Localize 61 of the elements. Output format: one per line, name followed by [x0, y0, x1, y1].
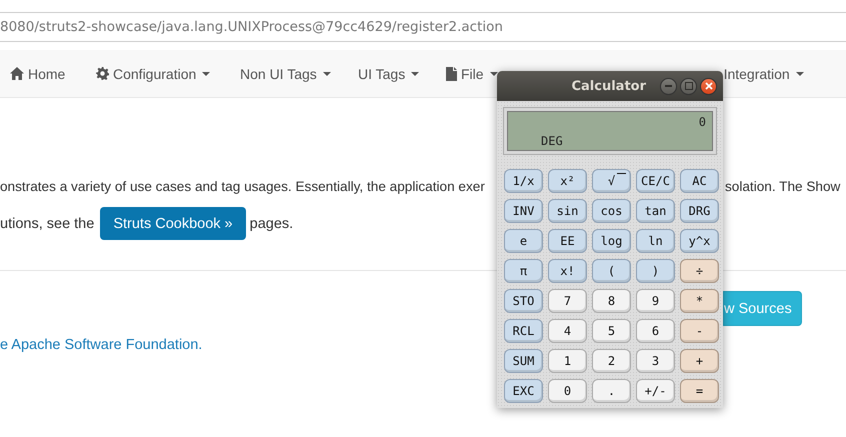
foundation-link[interactable]: e Apache Software Foundation. — [0, 337, 202, 353]
intro-text: utions, see the — [0, 216, 94, 232]
calculator-key[interactable]: cos — [592, 199, 631, 223]
calculator-key[interactable]: + — [680, 349, 719, 373]
calculator-key[interactable]: ÷ — [680, 259, 719, 283]
calculator-key[interactable]: y^x — [680, 229, 719, 253]
calculator-key[interactable]: 5 — [592, 319, 631, 343]
calculator-key[interactable]: ) — [636, 259, 675, 283]
calculator-key[interactable]: AC — [680, 169, 719, 193]
calculator-key[interactable]: tan — [636, 199, 675, 223]
calculator-key[interactable]: 8 — [592, 289, 631, 313]
calculator-key[interactable]: π — [504, 259, 543, 283]
calculator-key[interactable]: x² — [548, 169, 587, 193]
calculator-key[interactable]: e — [504, 229, 543, 253]
angle-mode: DEG — [541, 134, 563, 148]
calculator-key[interactable]: = — [680, 379, 719, 403]
calculator-key[interactable]: log — [592, 229, 631, 253]
calculator-key[interactable]: EE — [548, 229, 587, 253]
calculator-key[interactable]: 3 — [636, 349, 675, 373]
calculator-key[interactable]: EXC — [504, 379, 543, 403]
calculator-key[interactable]: - — [680, 319, 719, 343]
calculator-key[interactable]: * — [680, 289, 719, 313]
calculator-key[interactable]: 0 — [548, 379, 587, 403]
window-title: Calculator — [571, 78, 646, 94]
intro-text: solation. The Show — [725, 178, 842, 194]
nav-menu-item[interactable]: Home — [10, 66, 96, 82]
calculator-key[interactable]: CE/C — [636, 169, 675, 193]
calculator-key[interactable]: STO — [504, 289, 543, 313]
file-icon — [446, 66, 457, 80]
calculator-key[interactable]: SUM — [504, 349, 543, 373]
calculator-key[interactable]: . — [592, 379, 631, 403]
calculator-key[interactable]: 1 — [548, 349, 587, 373]
calculator-key[interactable]: ( — [592, 259, 631, 283]
gear-icon — [96, 67, 109, 80]
home-icon — [10, 67, 24, 80]
url-text[interactable]: 8080/struts2-showcase/java.lang.UNIXProcess@79cc4629/register2.action — [0, 19, 503, 35]
calculator-key[interactable]: RCL — [504, 319, 543, 343]
close-icon[interactable] — [700, 78, 717, 94]
nav-menu-item[interactable]: UI Tags — [358, 66, 446, 82]
calculator-key[interactable]: √ — [592, 169, 631, 193]
cookbook-button[interactable]: Struts Cookbook » — [100, 207, 246, 240]
calculator-key[interactable]: +/- — [636, 379, 675, 403]
calculator-key[interactable]: ln — [636, 229, 675, 253]
calculator-key[interactable]: x! — [548, 259, 587, 283]
calculator-key[interactable]: 4 — [548, 319, 587, 343]
overline-icon — [617, 173, 626, 174]
calculator-key[interactable]: 9 — [636, 289, 675, 313]
nav-menu-item[interactable]: Non UI Tags — [240, 66, 358, 82]
minimize-icon[interactable] — [660, 78, 677, 94]
calculator-key[interactable]: 2 — [592, 349, 631, 373]
intro-text: onstrates a variety of use cases and tag usages. Essentially, the application exer — [0, 178, 486, 194]
nav-menu-item[interactable]: Configuration — [96, 66, 240, 82]
intro-text: pages. — [250, 216, 294, 232]
nav-menu-item[interactable]: Integration — [724, 66, 804, 82]
calculator-key[interactable]: 6 — [636, 319, 675, 343]
calculator-key[interactable]: INV — [504, 199, 543, 223]
display-value: 0 — [698, 115, 706, 129]
calculator-key[interactable]: DRG — [680, 199, 719, 223]
calculator-key[interactable]: 1/x — [504, 169, 543, 193]
calculator-key[interactable]: sin — [548, 199, 587, 223]
calculator-key[interactable]: 7 — [548, 289, 587, 313]
